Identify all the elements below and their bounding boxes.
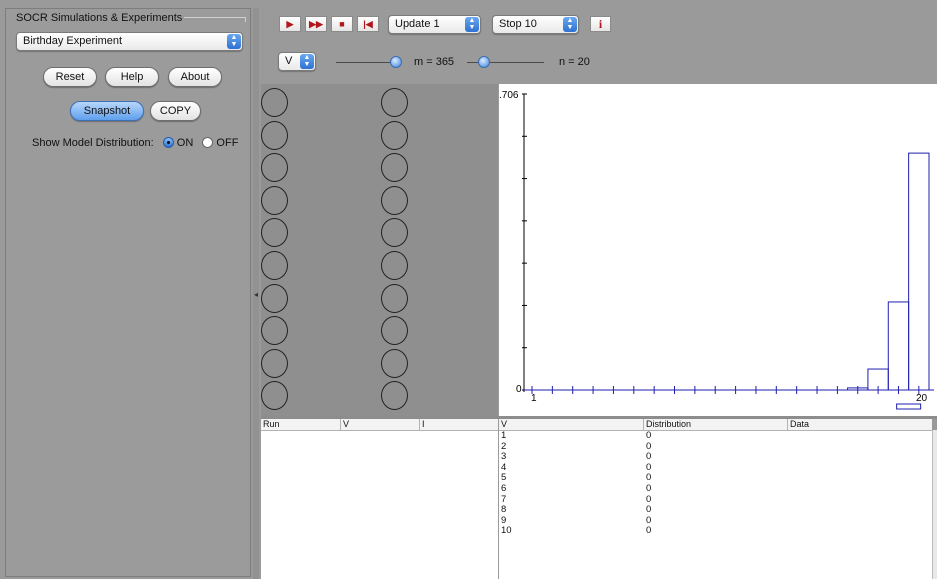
table-row[interactable]: 10 xyxy=(499,430,932,442)
run-table: Run V I xyxy=(261,419,498,579)
table-row[interactable]: 40 xyxy=(499,462,932,474)
column-header-data[interactable]: Data xyxy=(790,419,809,430)
bar xyxy=(908,152,930,391)
balls-panel xyxy=(261,84,498,416)
column-header-distribution[interactable]: Distribution xyxy=(646,419,691,430)
fast-forward-icon[interactable]: ▶▶ xyxy=(305,16,327,32)
n-label: n = 20 xyxy=(559,56,590,68)
y-axis-max-label: .706 xyxy=(499,90,519,101)
splitter-arrow-icon: ◂ xyxy=(254,290,259,299)
table-row[interactable]: 30 xyxy=(499,452,932,463)
reset-button[interactable]: Reset xyxy=(43,67,97,87)
update-select[interactable]: Update 1 ▲ ▼ xyxy=(388,15,481,34)
model-distribution-row: Show Model Distribution: ON OFF xyxy=(32,137,238,149)
ball xyxy=(261,381,288,411)
distribution-table-header: V Distribution Data xyxy=(499,419,932,431)
play-icon[interactable]: ▶ xyxy=(279,16,301,32)
ball xyxy=(261,120,288,150)
y-axis-zero-label: 0 xyxy=(516,384,522,395)
table-scrollbar[interactable] xyxy=(932,430,937,579)
radio-on-label: ON xyxy=(176,137,194,149)
run-table-header: Run V I xyxy=(261,419,498,431)
select-stepper-icon: ▲ ▼ xyxy=(300,54,314,69)
table-row[interactable]: 10 0 xyxy=(499,526,932,537)
table-row[interactable]: 80 xyxy=(499,505,932,516)
ball xyxy=(261,316,288,346)
ball xyxy=(381,218,408,248)
m-slider-track[interactable] xyxy=(336,62,396,63)
select-stepper-icon: ▲ ▼ xyxy=(563,17,577,32)
experiments-panel: SOCR Simulations & Experiments Birthday … xyxy=(5,8,251,577)
table-row[interactable]: 60 xyxy=(499,482,932,495)
mean-sd-indicator xyxy=(896,403,922,410)
info-icon[interactable]: i xyxy=(590,16,611,32)
ball xyxy=(381,251,408,280)
table-cell: 10 xyxy=(501,525,512,537)
m-label: m = 365 xyxy=(414,56,455,68)
bar xyxy=(887,301,910,391)
ball xyxy=(261,153,288,183)
snapshot-button[interactable]: Snapshot xyxy=(70,101,144,121)
n-slider-knob[interactable] xyxy=(478,56,490,68)
ball xyxy=(261,88,288,117)
ball xyxy=(381,381,408,411)
x-axis-end-label: 20 xyxy=(916,393,928,404)
stop-icon[interactable]: ■ xyxy=(331,16,353,32)
chart-svg: .706 0 1 20 xyxy=(499,90,934,410)
about-button[interactable]: About xyxy=(168,67,222,87)
table-row[interactable]: 70 xyxy=(499,494,932,506)
stop-select[interactable]: Stop 10 ▲ ▼ xyxy=(492,15,579,34)
column-header-run[interactable]: Run xyxy=(263,419,280,430)
column-header-v[interactable]: V xyxy=(343,419,349,430)
table-row[interactable]: 50 xyxy=(499,473,932,484)
table-cell: 0 xyxy=(646,482,652,494)
column-header-v[interactable]: V xyxy=(501,419,507,430)
distribution-chart: .706 0 1 20 xyxy=(499,84,937,416)
ball xyxy=(381,120,408,150)
table-cell: 0 xyxy=(646,430,652,441)
ball xyxy=(381,283,408,313)
model-distribution-label: Show Model Distribution: xyxy=(32,137,154,149)
copy-button[interactable]: COPY xyxy=(150,101,201,121)
ball xyxy=(381,88,408,117)
variable-select[interactable]: V ▲ ▼ xyxy=(278,52,316,71)
select-stepper-icon: ▲ ▼ xyxy=(465,17,479,32)
experiment-select[interactable]: Birthday Experiment ▲ ▼ xyxy=(16,32,243,51)
ball xyxy=(381,348,408,378)
table-row[interactable]: 20 xyxy=(499,441,932,453)
variable-select-value: V xyxy=(285,55,293,67)
rewind-to-start-icon[interactable]: |◀ xyxy=(357,16,379,32)
select-stepper-icon: ▲ ▼ xyxy=(227,34,241,49)
ball xyxy=(261,251,288,280)
radio-off[interactable] xyxy=(202,137,214,148)
column-header-i[interactable]: I xyxy=(422,419,425,430)
table-cell: 1 xyxy=(501,430,507,441)
radio-off-label: OFF xyxy=(216,137,239,149)
distribution-table-rows: 1 0 2 0 3 0 4 0 5 0 6 0 7 0 8 0 9 0 10 0 xyxy=(499,430,932,537)
ball xyxy=(261,185,288,215)
table-cell: 0 xyxy=(646,525,652,537)
update-select-value: Update 1 xyxy=(395,18,440,30)
distribution-table: V Distribution Data 1 0 2 0 3 0 4 0 5 0 6 0 7 0 8 0 9 0 10… xyxy=(499,419,932,579)
ball xyxy=(261,218,288,248)
ball xyxy=(261,348,288,378)
help-button[interactable]: Help xyxy=(105,67,159,87)
table-cell: 6 xyxy=(501,482,507,494)
ball xyxy=(261,283,288,313)
group-title: SOCR Simulations & Experiments xyxy=(14,12,185,24)
ball xyxy=(381,153,408,183)
m-slider-knob[interactable] xyxy=(390,56,402,68)
stop-select-value: Stop 10 xyxy=(499,18,537,30)
radio-on[interactable] xyxy=(162,137,174,148)
ball xyxy=(381,316,408,346)
x-axis-start-label: 1 xyxy=(531,393,537,404)
ball xyxy=(381,185,408,215)
experiment-select-value: Birthday Experiment xyxy=(23,35,123,47)
table-row[interactable]: 90 xyxy=(499,515,932,527)
